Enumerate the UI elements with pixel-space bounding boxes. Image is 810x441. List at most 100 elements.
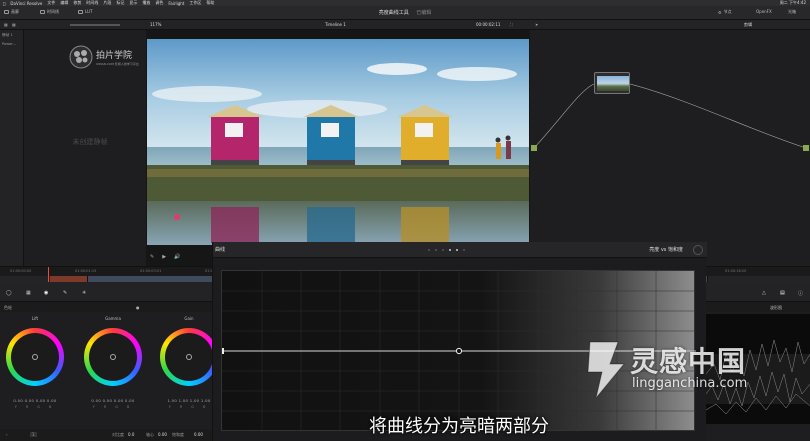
album-stills[interactable]: 静帧 1 — [2, 33, 21, 38]
lift-wheel-center[interactable] — [32, 354, 38, 360]
fullscreen-icon[interactable]: ⛶ — [510, 22, 513, 27]
wheels-adjust-bar: ‹ 1 对比度 0.0 轴心 0.00 饱和度 0.00 — [0, 429, 212, 441]
menu-app[interactable]: DaVinci Resolve — [10, 1, 42, 6]
gamma-wheel-center[interactable] — [110, 354, 116, 360]
gamma-wheel-group: Gamma 0.00 0.00 0.00 0.00 Y R G B — [82, 316, 144, 426]
mode-dot-5[interactable] — [456, 249, 458, 251]
menu-item-fairlight[interactable]: Fairlight — [168, 1, 184, 6]
source-port[interactable] — [531, 145, 537, 151]
openfx-label: OpenFX — [756, 9, 772, 14]
logo: 拍片学院 XIPIAN.COM 影视人的学习平台 — [68, 44, 148, 76]
mode-dot-6[interactable] — [463, 249, 465, 251]
contrast-value[interactable]: 0.0 — [128, 432, 134, 437]
viewer-image[interactable] — [147, 39, 529, 245]
zoom-level[interactable]: 117% — [150, 22, 161, 27]
scopes-tabs: △ ▤ ⓘ — [706, 282, 810, 302]
curves-title: 曲线 — [215, 247, 226, 253]
openfx-toggle[interactable]: OpenFX — [756, 9, 772, 14]
gain-wheel-group: Gain 1.00 1.00 1.00 1.00 Y R G B — [158, 316, 220, 426]
curve-control-point[interactable] — [455, 347, 463, 355]
output-port[interactable] — [803, 145, 809, 151]
gamma-channels: Y R G B — [92, 405, 134, 409]
node-editor — [530, 30, 810, 266]
wheels-header: 色轮 ● — [0, 302, 212, 312]
info-icon[interactable]: ⓘ — [798, 290, 803, 297]
mode-dot-4[interactable] — [449, 249, 451, 251]
watermark: 灵感中国 lingganchina.com — [572, 338, 792, 404]
lift-wheel-group: Lift 0.00 0.00 0.00 0.00 Y R G B — [4, 316, 66, 426]
mode-dot-2[interactable] — [435, 249, 437, 251]
lightbox-toggle[interactable]: 光箱 — [788, 9, 796, 15]
curves-header: 曲线 亮度 vs 饱和度 — [213, 242, 707, 258]
tick-0: 01:00:00:00 — [10, 269, 32, 273]
contrast-label: 对比度 — [112, 432, 124, 437]
node-01[interactable] — [594, 72, 630, 94]
album-power[interactable]: Power... — [2, 42, 21, 46]
gallery-panel: 静帧 1 Power... 拍片学院 XIPIAN.COM 影视人的学习平台 未… — [0, 30, 146, 266]
project-name: 亮度曲线工具 — [378, 10, 409, 16]
curves-mode-selector[interactable]: 亮度 vs 饱和度 — [649, 246, 683, 253]
sat-value[interactable]: 0.00 — [194, 432, 203, 437]
logo-en: XIPIAN.COM 影视人的学习平台 — [96, 62, 139, 66]
logo-cn: 拍片学院 — [96, 51, 133, 61]
curves-reset-icon[interactable] — [693, 245, 703, 255]
page-number[interactable]: 1 — [30, 432, 37, 437]
timeline-selector[interactable]: Timeline 1 — [325, 22, 346, 27]
volume-icon[interactable]: 🔊 — [174, 254, 180, 260]
gain-values[interactable]: 1.00 1.00 1.00 1.00 — [158, 398, 220, 403]
timecode-display: 00:00:02:11 — [476, 22, 501, 27]
project-status: 已编辑 — [416, 10, 432, 16]
curve-endpoint-left[interactable] — [222, 348, 224, 354]
watermark-cn: 灵感中国 — [630, 345, 747, 378]
gamma-values[interactable]: 0.00 0.00 0.00 0.00 — [82, 398, 144, 403]
tick-1: 01:00:01:15 — [75, 269, 97, 273]
pen-icon[interactable]: ✎ — [150, 254, 154, 260]
mode-dot-1[interactable] — [428, 249, 430, 251]
rgb-mixer-icon[interactable]: ✳ — [82, 290, 86, 296]
resolve-window:  DaVinci Resolve 文件 编辑 修剪 时间线 片段 标记 显示 … — [0, 0, 810, 441]
scopes-icon[interactable]: ▤ — [780, 290, 785, 296]
palette-tabs: ◯ ▦ ◉ ✎ ✳ — [0, 282, 212, 302]
scopes-header: 波形图 — [706, 302, 810, 312]
no-stills-message: 未创建静帧 — [72, 138, 108, 146]
pivot-label: 轴心 — [146, 432, 154, 437]
color-wheels-panel: ◯ ▦ ◉ ✎ ✳ 色轮 ● Lift 0.00 0.00 0.00 0.00 … — [0, 282, 218, 441]
hdr-icon[interactable]: ✎ — [63, 290, 67, 296]
gain-channels: Y R G B — [168, 405, 210, 409]
gain-wheel-center[interactable] — [186, 354, 192, 360]
viewer-tools: ✎ ▶ 🔊 — [150, 254, 180, 260]
page-prev-icon[interactable]: ‹ — [6, 432, 8, 437]
pointer-icon[interactable]: ➤ — [535, 22, 538, 27]
apple-icon[interactable]:  — [3, 1, 5, 6]
pivot-value[interactable]: 0.00 — [158, 432, 167, 437]
wheels-page-indicator[interactable]: ● — [136, 305, 140, 310]
gallery-tree: 静帧 1 Power... — [0, 30, 24, 266]
play-icon[interactable]: ▶ — [162, 254, 166, 260]
mode-dot-3[interactable] — [442, 249, 444, 251]
color-wheels-icon[interactable]: ◉ — [44, 290, 48, 296]
thumb-size-slider[interactable] — [70, 24, 120, 26]
gamma-wheel[interactable] — [84, 328, 142, 386]
lightbox-label: 光箱 — [788, 9, 796, 14]
nodes-icon: ⚙ — [718, 9, 722, 15]
viewer-toolbar: ▦ ▦ 117% Timeline 1 00:00:02:11 ⛶ ➤ 剪辑 — [0, 20, 810, 30]
nodes-label: 节点 — [723, 9, 732, 14]
grid-icon[interactable]: ▦ — [12, 22, 16, 27]
nodes-toggle[interactable]: ⚙ 节点 — [718, 9, 732, 15]
sat-label: 饱和度 — [172, 432, 184, 437]
wheels-section-label: 色轮 — [4, 305, 12, 310]
color-match-icon[interactable]: ▦ — [26, 290, 31, 296]
keyframes-icon[interactable]: △ — [762, 290, 766, 296]
lift-values[interactable]: 0.00 0.00 0.00 0.00 — [4, 398, 66, 403]
layout-icon[interactable]: ▦ — [4, 22, 8, 27]
camera-raw-icon[interactable]: ◯ — [6, 290, 12, 296]
curves-mode-dots[interactable] — [428, 249, 465, 251]
gain-wheel[interactable] — [160, 328, 218, 386]
clip-mode[interactable]: 剪辑 — [744, 22, 752, 28]
node-thumbnail — [597, 76, 629, 91]
gain-label: Gain — [184, 316, 194, 321]
lift-wheel[interactable] — [6, 328, 64, 386]
playhead[interactable] — [48, 267, 49, 283]
scope-type[interactable]: 波形图 — [770, 305, 782, 311]
tick-11: 01:00:16:20 — [725, 269, 747, 273]
